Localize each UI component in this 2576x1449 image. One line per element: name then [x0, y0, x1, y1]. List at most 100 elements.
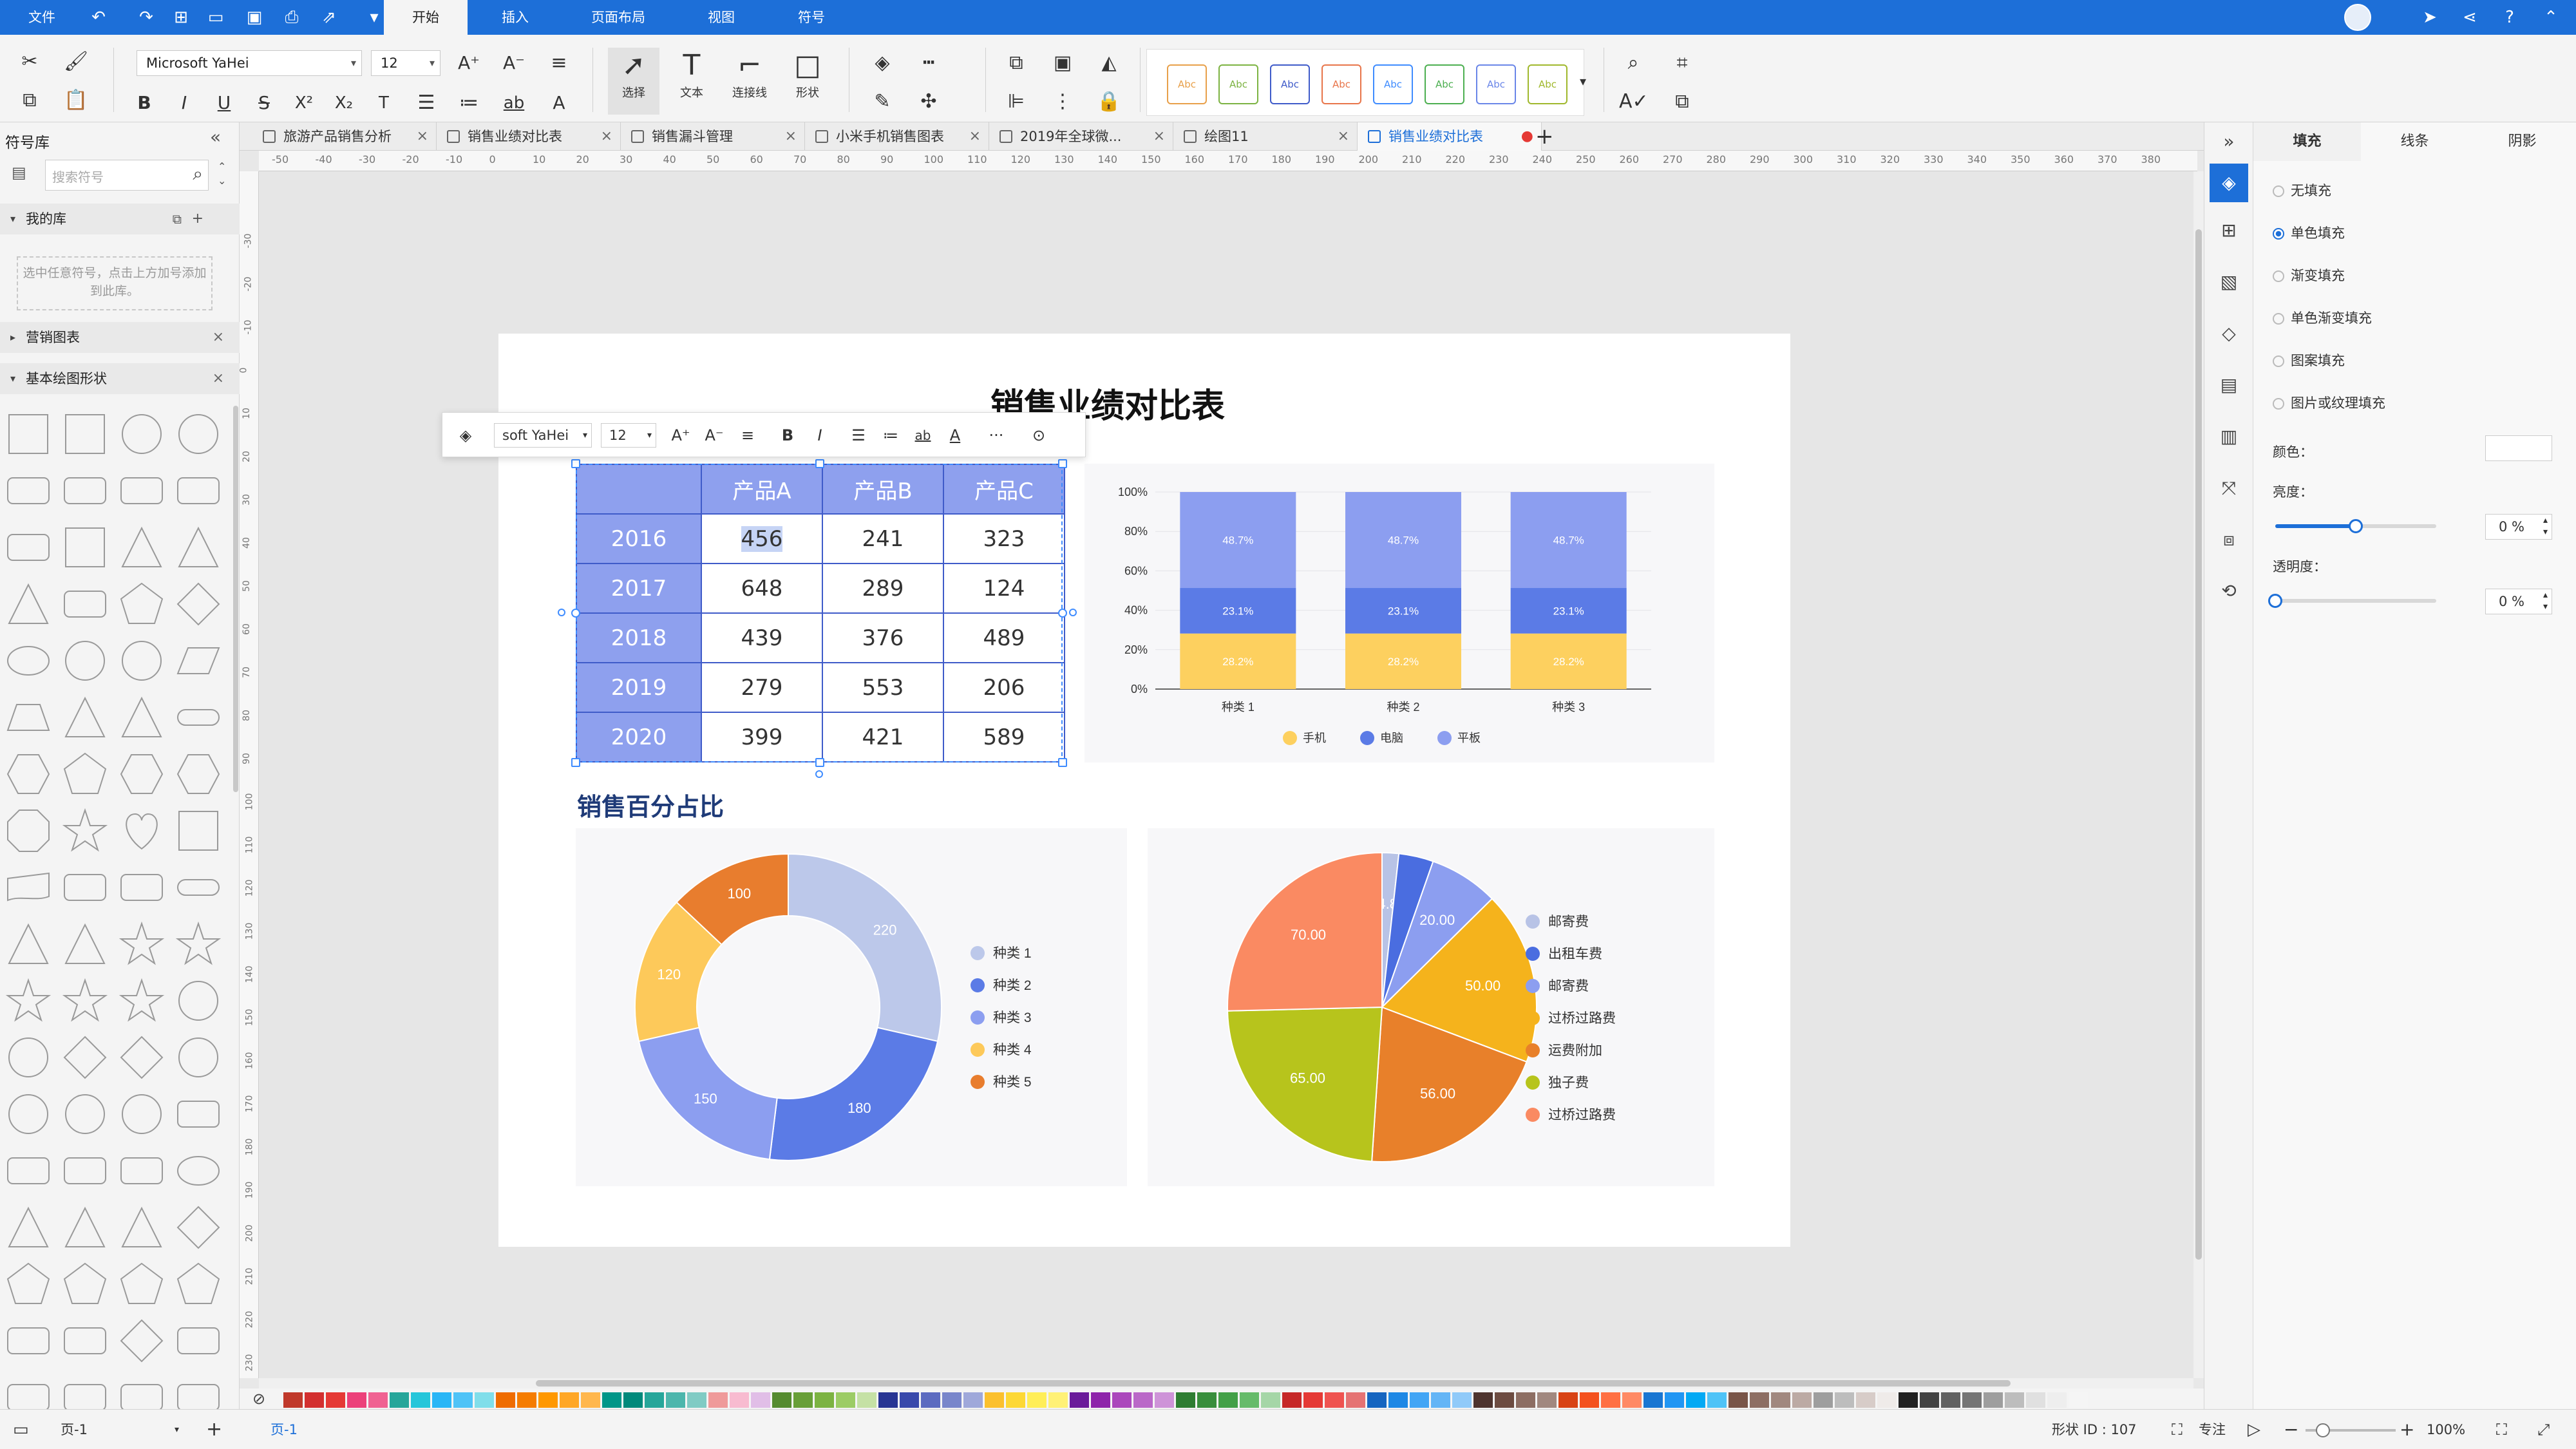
color-swatch[interactable]: [623, 1392, 643, 1408]
shape-diam-icon[interactable]: [118, 1034, 165, 1081]
float-font-select[interactable]: soft YaHei ▾: [494, 423, 592, 448]
menu-tab-page-layout[interactable]: 页面布局: [580, 0, 657, 35]
color-swatch[interactable]: [645, 1392, 664, 1408]
line-spacing-icon[interactable]: ☰: [846, 423, 871, 448]
close-icon[interactable]: ×: [417, 122, 428, 151]
save-icon[interactable]: ▣: [243, 6, 265, 28]
shape-rrect-icon[interactable]: [5, 524, 52, 571]
shape-rect-icon[interactable]: [175, 808, 222, 854]
color-swatch[interactable]: [432, 1392, 451, 1408]
slider-knob[interactable]: [2349, 519, 2363, 533]
close-icon[interactable]: ×: [213, 322, 224, 353]
color-swatch[interactable]: [368, 1392, 388, 1408]
fill-bucket-icon[interactable]: ◈: [868, 49, 896, 77]
resize-handle[interactable]: [1058, 459, 1067, 468]
color-swatch[interactable]: [347, 1392, 366, 1408]
zoom-level[interactable]: 100%: [2427, 1410, 2465, 1449]
flip-icon[interactable]: ◭: [1095, 49, 1123, 77]
color-picker[interactable]: [2485, 435, 2552, 461]
shape-trap-icon[interactable]: [5, 694, 52, 741]
tab-shadow[interactable]: 阴影: [2468, 122, 2576, 161]
shape-tri-icon[interactable]: [175, 524, 222, 571]
brightness-input[interactable]: 0 % ▴ ▾: [2485, 514, 2552, 540]
doc-tab[interactable]: 销售漏斗管理 ×: [621, 122, 805, 151]
color-swatch[interactable]: [1601, 1392, 1620, 1408]
customize-quick-access-icon[interactable]: ▾: [363, 6, 385, 28]
color-swatch[interactable]: [496, 1392, 515, 1408]
table-row-header[interactable]: 2020: [576, 712, 702, 762]
shape-rrect-icon[interactable]: [175, 1318, 222, 1364]
table-cell-selected[interactable]: 456: [701, 513, 823, 564]
color-swatch[interactable]: [1070, 1392, 1089, 1408]
shape-para-icon[interactable]: [175, 638, 222, 684]
shape-pent-icon[interactable]: [175, 1261, 222, 1307]
shape-circle-icon[interactable]: [62, 1091, 108, 1137]
shape-tool[interactable]: □ 形状: [782, 48, 833, 115]
brightness-slider[interactable]: [2275, 519, 2436, 533]
spell-check-icon[interactable]: A✓: [1619, 88, 1649, 116]
color-swatch[interactable]: [390, 1392, 409, 1408]
table-header-cell[interactable]: 产品A: [701, 464, 823, 515]
shape-tri-icon[interactable]: [62, 1204, 108, 1251]
horizontal-scrollbar[interactable]: [259, 1378, 2193, 1388]
style-preset[interactable]: Abc: [1476, 64, 1516, 104]
stacked-bar-chart-panel[interactable]: 0% 20% 40% 60% 80% 100% 28.2% 23.1% 48.7% 种类 1 28.…: [1084, 464, 1714, 762]
unsaved-dot-icon[interactable]: ●: [1521, 122, 1533, 151]
color-swatch[interactable]: [942, 1392, 961, 1408]
color-swatch[interactable]: [1388, 1392, 1408, 1408]
slider-knob[interactable]: [2268, 594, 2282, 608]
shape-rrect-icon[interactable]: [5, 468, 52, 514]
shape-tri-icon[interactable]: [118, 1204, 165, 1251]
color-swatch[interactable]: [772, 1392, 791, 1408]
menu-tab-view[interactable]: 视图: [683, 0, 760, 35]
resize-handle[interactable]: [571, 758, 580, 767]
fit-icon[interactable]: ⤧: [2216, 475, 2242, 501]
library-menu-icon[interactable]: ▤: [12, 164, 26, 182]
align-icon[interactable]: ≡: [735, 423, 761, 448]
option-solid-fill[interactable]: 单色填充: [2273, 223, 2345, 242]
search-icon[interactable]: ⌕: [193, 163, 203, 185]
increase-font-icon[interactable]: A⁺: [455, 49, 483, 77]
shape-heart-icon[interactable]: [118, 808, 165, 854]
increase-font-icon[interactable]: A⁺: [668, 423, 694, 448]
image-icon[interactable]: ▧: [2216, 269, 2242, 295]
float-size-select[interactable]: 12 ▾: [601, 423, 656, 448]
option-gradient-fill[interactable]: 渐变填充: [2273, 265, 2345, 285]
bold-icon[interactable]: B: [775, 423, 800, 448]
text-tool[interactable]: T 文本: [666, 48, 717, 115]
shape-circle-icon[interactable]: [175, 1034, 222, 1081]
new-tab-icon[interactable]: +: [1535, 122, 1554, 151]
align-icon[interactable]: ≡: [545, 49, 573, 77]
color-swatch[interactable]: [985, 1392, 1004, 1408]
table-cell[interactable]: 323: [943, 513, 1065, 564]
scroll-arrows-icon[interactable]: ⌃ ⌄: [218, 160, 226, 188]
table-cell[interactable]: 421: [822, 712, 944, 762]
shape-rrect-icon[interactable]: [5, 1148, 52, 1194]
cut-icon[interactable]: ✂: [15, 48, 44, 76]
table-cell[interactable]: 289: [822, 563, 944, 614]
vertical-scrollbar[interactable]: [2193, 171, 2204, 1378]
shape-circle-icon[interactable]: [175, 411, 222, 457]
color-swatch[interactable]: [2069, 1392, 2088, 1408]
color-swatch[interactable]: [963, 1392, 983, 1408]
new-icon[interactable]: ⊞: [170, 6, 192, 28]
shape-wave-icon[interactable]: [5, 864, 52, 911]
gallery-more-icon[interactable]: ▾: [1569, 67, 1597, 95]
shape-star-icon[interactable]: [118, 978, 165, 1024]
shape-rrect-icon[interactable]: [5, 1318, 52, 1364]
table-cell[interactable]: 648: [701, 563, 823, 614]
undo-icon[interactable]: ↶: [88, 6, 109, 28]
color-swatch[interactable]: [581, 1392, 600, 1408]
color-swatch[interactable]: [1707, 1392, 1727, 1408]
connector-tool[interactable]: ⌐ 连接线: [724, 48, 775, 115]
sales-table[interactable]: 产品A 产品B 产品C 2016 456 241 323 2017 648 28…: [576, 464, 1065, 762]
shape-rrect-icon[interactable]: [175, 1091, 222, 1137]
zoom-out-icon[interactable]: −: [2284, 1410, 2298, 1449]
resize-handle[interactable]: [571, 609, 580, 618]
help-icon[interactable]: ?: [2499, 6, 2521, 28]
shape-pent-icon[interactable]: [62, 751, 108, 797]
shape-tri-icon[interactable]: [5, 1204, 52, 1251]
color-swatch[interactable]: [815, 1392, 834, 1408]
color-swatch[interactable]: [453, 1392, 473, 1408]
scroll-thumb[interactable]: [536, 1380, 2011, 1387]
